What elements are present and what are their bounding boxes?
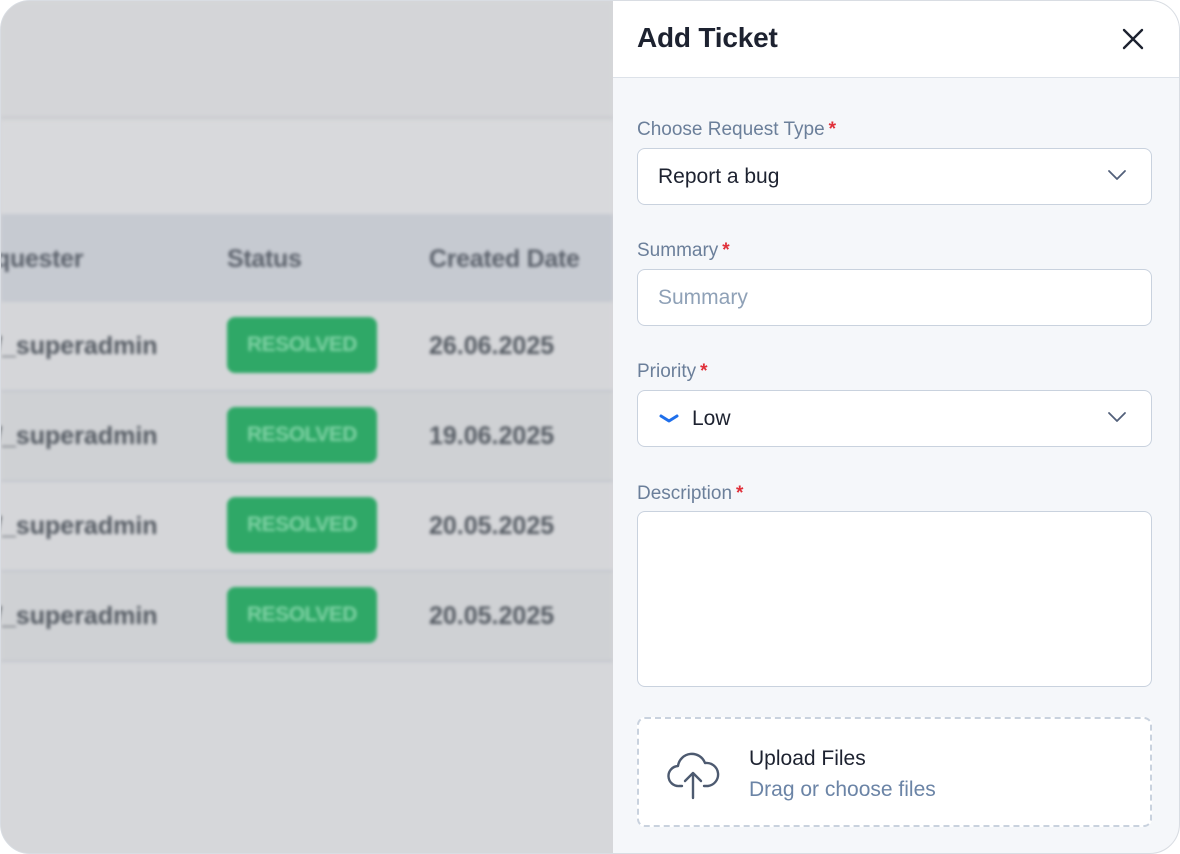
column-header-created-date: Created Date bbox=[429, 245, 580, 273]
table-header: quester Status Created Date bbox=[1, 214, 613, 302]
required-marker: * bbox=[700, 361, 708, 382]
requester-cell: /_superadmin bbox=[0, 422, 158, 450]
description-textarea[interactable] bbox=[637, 511, 1152, 687]
required-marker: * bbox=[828, 119, 837, 140]
required-marker: * bbox=[736, 483, 744, 504]
created-date-cell: 19.06.2025 bbox=[429, 422, 555, 450]
status-badge: RESOLVED bbox=[227, 317, 377, 373]
table-row: /_superadmin RESOLVED 20.05.2025 bbox=[1, 572, 613, 662]
priority-label: Priority * bbox=[637, 361, 708, 383]
requester-cell: /_superadmin bbox=[0, 332, 158, 360]
table-row: /_superadmin RESOLVED 20.05.2025 bbox=[1, 482, 613, 572]
upload-choose-link[interactable]: Drag or choose files bbox=[749, 778, 936, 802]
status-badge: RESOLVED bbox=[227, 497, 377, 553]
priority-select[interactable]: Low bbox=[637, 390, 1152, 447]
cloud-upload-icon bbox=[667, 752, 720, 800]
column-header-requester: quester bbox=[0, 245, 84, 273]
background-page: quester Status Created Date /_superadmin… bbox=[1, 1, 613, 853]
summary-label: Summary * bbox=[637, 240, 730, 262]
upload-dropzone[interactable]: Upload Files Drag or choose files bbox=[637, 717, 1152, 827]
add-ticket-drawer: Add Ticket Choose Request Type * Report a… bbox=[613, 1, 1179, 853]
created-date-cell: 20.05.2025 bbox=[429, 602, 555, 630]
created-date-cell: 26.06.2025 bbox=[429, 332, 555, 360]
chevron-down-icon bbox=[1108, 170, 1126, 180]
chevron-down-icon bbox=[1108, 412, 1126, 422]
background-blur-layer: quester Status Created Date /_superadmin… bbox=[1, 1, 613, 853]
background-header bbox=[1, 1, 613, 119]
request-type-select[interactable]: Report a bug bbox=[637, 148, 1152, 205]
drawer-header: Add Ticket bbox=[613, 1, 1179, 78]
upload-title: Upload Files bbox=[749, 747, 866, 770]
drawer-title: Add Ticket bbox=[637, 22, 778, 53]
request-type-label: Choose Request Type * bbox=[637, 119, 836, 141]
table-row: /_superadmin RESOLVED 19.06.2025 bbox=[1, 392, 613, 482]
priority-value: Low bbox=[692, 406, 731, 430]
table-row: /_superadmin RESOLVED 26.06.2025 bbox=[1, 302, 613, 392]
created-date-cell: 20.05.2025 bbox=[429, 512, 555, 540]
requester-cell: /_superadmin bbox=[0, 512, 158, 540]
requester-cell: /_superadmin bbox=[0, 602, 158, 630]
status-badge: RESOLVED bbox=[227, 587, 377, 643]
background-toolbar bbox=[1, 122, 613, 214]
column-header-status: Status bbox=[227, 245, 302, 273]
priority-label-text: Priority bbox=[637, 361, 697, 382]
summary-input[interactable] bbox=[637, 269, 1152, 326]
status-badge: RESOLVED bbox=[227, 407, 377, 463]
chevron-down-priority-icon bbox=[658, 413, 680, 425]
app-frame: quester Status Created Date /_superadmin… bbox=[0, 0, 1180, 854]
close-icon bbox=[1122, 28, 1144, 50]
close-button[interactable] bbox=[1115, 21, 1151, 57]
description-label: Description * bbox=[637, 483, 743, 505]
request-type-label-text: Choose Request Type bbox=[637, 119, 825, 140]
required-marker: * bbox=[722, 240, 730, 261]
summary-label-text: Summary bbox=[637, 240, 719, 261]
request-type-value: Report a bug bbox=[658, 164, 780, 188]
description-label-text: Description bbox=[637, 483, 733, 504]
